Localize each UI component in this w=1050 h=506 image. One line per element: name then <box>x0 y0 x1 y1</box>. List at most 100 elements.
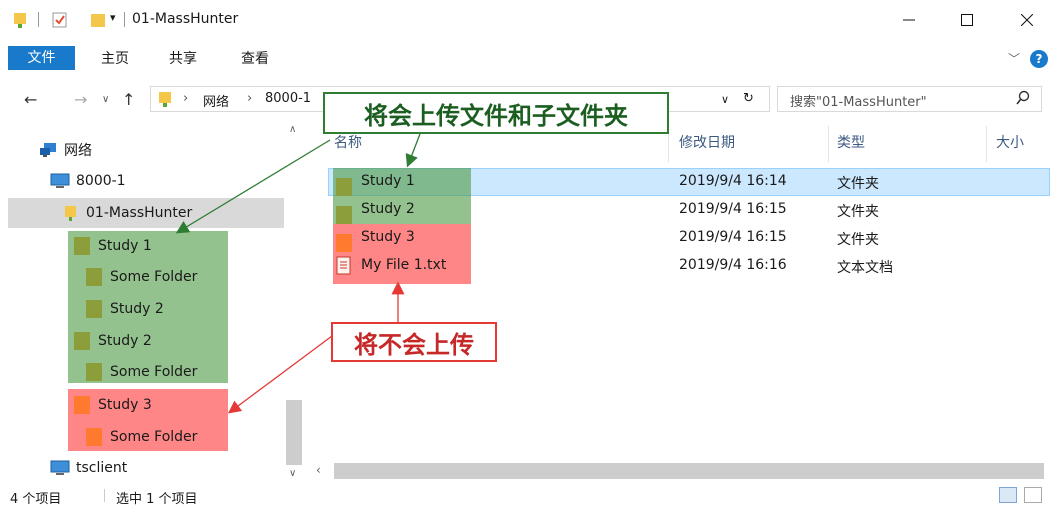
tree-item-some-folder[interactable]: Some Folder <box>86 262 197 292</box>
breadcrumb-8000-1[interactable]: 8000-1 <box>265 91 311 106</box>
folder-icon <box>74 396 90 414</box>
tree-item-01-masshunter[interactable]: 01-MassHunter <box>8 198 284 228</box>
scroll-up-icon[interactable]: ∧ <box>289 124 296 135</box>
scroll-left-icon[interactable]: ‹ <box>316 463 321 477</box>
tree-item-some-folder[interactable]: Some Folder <box>86 357 197 387</box>
tree-item-label: tsclient <box>76 460 128 476</box>
item-count: 4 个项目 <box>10 492 62 506</box>
tree-item-label: Some Folder <box>110 269 198 285</box>
folder-icon <box>74 237 90 255</box>
chevron-down-icon[interactable]: ﹀ <box>1008 50 1020 67</box>
window-title: 01-MassHunter <box>132 11 239 27</box>
divider <box>38 12 39 27</box>
back-arrow-icon[interactable]: ← <box>24 90 37 109</box>
tree-item-some-folder[interactable]: Some Folder <box>86 422 197 452</box>
table-row[interactable]: Study 3 2019/9/4 16:15 文件夹 <box>328 224 1050 252</box>
scrollbar-thumb[interactable] <box>334 463 1044 479</box>
tree-item-8000-1[interactable]: 8000-1 <box>50 166 126 196</box>
divider <box>104 489 105 502</box>
tab-view[interactable]: 查看 <box>232 44 278 74</box>
folder-icon <box>74 332 90 350</box>
refresh-icon[interactable]: ↻ <box>743 91 754 106</box>
tab-file[interactable]: 文件 <box>8 46 75 70</box>
column-size[interactable]: 大小 <box>996 120 1024 166</box>
folder-pin-icon[interactable] <box>12 11 28 33</box>
maximize-button[interactable] <box>944 6 990 34</box>
folder-icon <box>86 363 102 381</box>
column-type[interactable]: 类型 <box>837 120 865 166</box>
tree-item-label: 01-MassHunter <box>86 205 193 221</box>
divider[interactable] <box>828 126 829 162</box>
selection-count: 选中 1 个项目 <box>116 492 198 506</box>
file-date: 2019/9/4 16:16 <box>679 257 787 273</box>
folder-icon <box>86 300 102 318</box>
customize-toolbar-icon[interactable]: ▾ <box>110 11 116 24</box>
file-name: Study 1 <box>361 173 415 189</box>
address-dropdown-icon[interactable]: ∨ <box>721 93 729 106</box>
tree-item-label: Study 2 <box>110 301 164 317</box>
table-row[interactable]: My File 1.txt 2019/9/4 16:16 文本文档 <box>328 252 1050 280</box>
file-name: Study 2 <box>361 201 415 217</box>
search-input[interactable]: 搜索"01-MassHunter" <box>790 91 927 110</box>
nav-pane-scrollbar[interactable]: ∧ ∨ <box>284 120 304 485</box>
status-bar: 4 个项目 选中 1 个项目 <box>0 485 1050 506</box>
network-icon <box>40 142 58 158</box>
file-type: 文件夹 <box>837 204 879 220</box>
tree-item-study-2-sub[interactable]: Study 2 <box>86 294 164 324</box>
file-name: Study 3 <box>361 229 415 245</box>
tab-home[interactable]: 主页 <box>92 44 138 74</box>
computer-icon <box>50 460 70 476</box>
large-icons-view-icon[interactable] <box>1024 487 1042 503</box>
tree-item-study-1[interactable]: Study 1 <box>74 231 152 261</box>
divider[interactable] <box>986 126 987 162</box>
tree-item-label: 8000-1 <box>76 173 126 189</box>
tree-item-study-3[interactable]: Study 3 <box>74 390 152 420</box>
breadcrumb-network[interactable]: 网络 <box>203 91 229 110</box>
search-icon[interactable] <box>1016 90 1030 110</box>
ribbon-tabs: 文件 主页 共享 查看 ﹀ ? <box>0 44 1050 74</box>
column-date-modified[interactable]: 修改日期 <box>679 120 735 166</box>
minimize-button[interactable] <box>886 6 932 34</box>
file-date: 2019/9/4 16:15 <box>679 201 787 217</box>
network-folder-icon <box>64 204 78 222</box>
file-list: 名称 修改日期 类型 大小 Study 1 2019/9/4 16:14 文件夹… <box>306 120 1050 485</box>
properties-icon[interactable] <box>52 11 68 33</box>
forward-arrow-icon[interactable]: → <box>74 90 87 109</box>
tree-item-label: Study 2 <box>98 333 152 349</box>
horizontal-scrollbar[interactable]: ‹ <box>306 460 1050 482</box>
scroll-down-icon[interactable]: ∨ <box>289 468 296 479</box>
tree-item-network[interactable]: 网络 <box>40 135 92 165</box>
up-arrow-icon[interactable]: ↑ <box>122 90 135 109</box>
file-type: 文件夹 <box>837 232 879 248</box>
file-date: 2019/9/4 16:15 <box>679 229 787 245</box>
computer-icon <box>50 173 70 189</box>
chevron-right-icon: › <box>183 91 189 106</box>
help-icon[interactable]: ? <box>1030 50 1048 68</box>
new-folder-icon[interactable] <box>90 11 106 33</box>
file-type: 文件夹 <box>837 176 879 192</box>
close-button[interactable] <box>1004 6 1050 34</box>
search-box[interactable]: 搜索"01-MassHunter" <box>777 86 1042 112</box>
file-type: 文本文档 <box>837 260 893 276</box>
tree-item-label: Some Folder <box>110 429 198 445</box>
recent-dropdown-icon[interactable]: ∨ <box>102 94 109 105</box>
tree-item-tsclient[interactable]: tsclient <box>50 453 127 483</box>
divider <box>124 12 125 27</box>
annotation-will-not-upload: 将不会上传 <box>331 322 497 362</box>
table-row[interactable]: Study 1 2019/9/4 16:14 文件夹 <box>328 168 1050 196</box>
folder-icon <box>86 428 102 446</box>
folder-icon <box>86 268 102 286</box>
text-file-icon <box>336 256 352 279</box>
navigation-pane: 网络 8000-1 01-MassHunter Study 1 Some Fol… <box>0 120 305 485</box>
network-location-icon <box>157 90 173 112</box>
file-date: 2019/9/4 16:14 <box>679 173 787 189</box>
tab-share[interactable]: 共享 <box>160 44 206 74</box>
annotation-will-upload: 将会上传文件和子文件夹 <box>323 92 669 134</box>
file-name: My File 1.txt <box>361 257 447 273</box>
scrollbar-thumb[interactable] <box>286 400 302 465</box>
tree-item-study-2[interactable]: Study 2 <box>74 326 152 356</box>
details-view-icon[interactable] <box>999 487 1017 503</box>
table-row[interactable]: Study 2 2019/9/4 16:15 文件夹 <box>328 196 1050 224</box>
tree-item-label: Study 1 <box>98 238 152 254</box>
tree-item-label: 网络 <box>64 143 92 159</box>
